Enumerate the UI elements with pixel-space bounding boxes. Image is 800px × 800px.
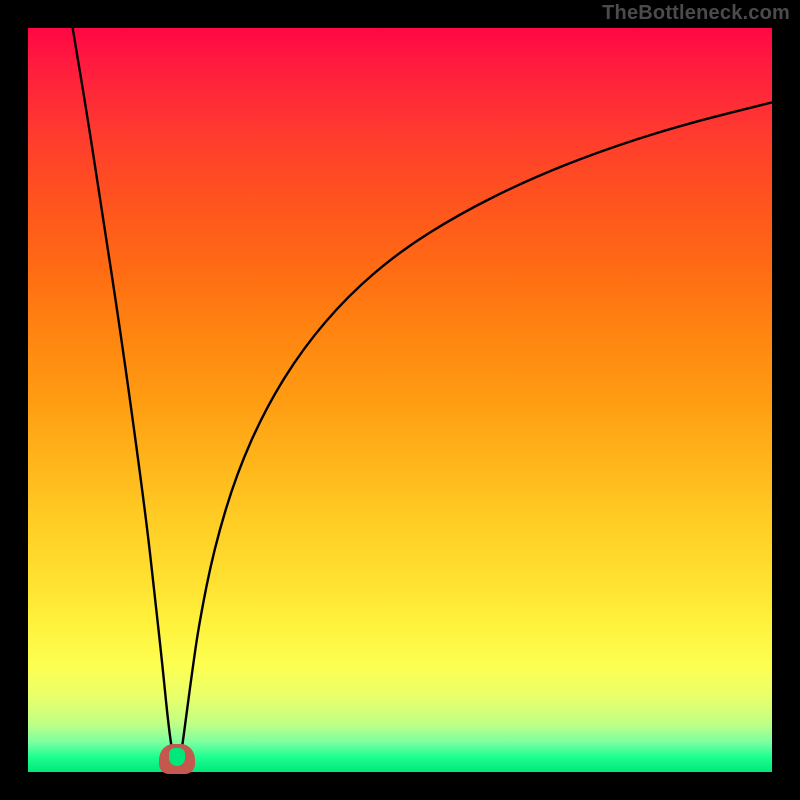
watermark-text: TheBottleneck.com [602,2,790,25]
curve-left-branch [73,28,177,772]
chart-frame: TheBottleneck.com [0,0,800,800]
plot-area [28,28,772,772]
minimum-nub [159,744,195,774]
curve-right-branch [177,102,772,772]
bottleneck-curve [28,28,772,772]
